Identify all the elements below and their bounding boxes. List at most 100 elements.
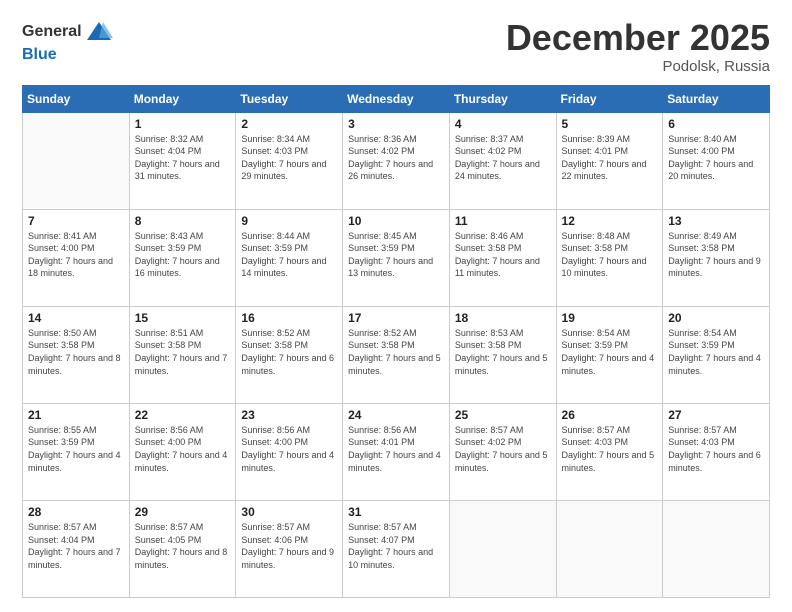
logo-blue: Blue [22,46,57,64]
page: General Blue December 2025 Podolsk, Russ… [0,0,792,612]
day-number: 12 [562,214,658,228]
day-number: 28 [28,505,124,519]
cell-sun-info: Sunrise: 8:36 AM Sunset: 4:02 PM Dayligh… [348,133,444,183]
cell-sun-info: Sunrise: 8:40 AM Sunset: 4:00 PM Dayligh… [668,133,764,183]
calendar-week-row: 21Sunrise: 8:55 AM Sunset: 3:59 PM Dayli… [23,403,770,500]
cell-sun-info: Sunrise: 8:57 AM Sunset: 4:04 PM Dayligh… [28,521,124,571]
table-row: 25 Sunrise: 8:57 AM Sunset: 4:02 PM Dayli… [449,403,556,500]
calendar-week-row: 14 Sunrise: 8:50 AM Sunset: 3:58 PM Dayli… [23,306,770,403]
day-number: 24 [348,408,444,422]
month-title: December 2025 [506,18,770,58]
table-row: 9 Sunrise: 8:44 AM Sunset: 3:59 PM Daylig… [236,209,343,306]
table-row: 20Sunrise: 8:54 AM Sunset: 3:59 PM Dayli… [663,306,770,403]
header-tuesday: Tuesday [236,85,343,112]
table-row: 11 Sunrise: 8:46 AM Sunset: 3:58 PM Dayli… [449,209,556,306]
table-row: 7 Sunrise: 8:41 AM Sunset: 4:00 PM Daylig… [23,209,130,306]
day-number: 29 [135,505,231,519]
table-row [449,500,556,597]
logo-general: General [22,23,82,41]
cell-sun-info: Sunrise: 8:44 AM Sunset: 3:59 PM Dayligh… [241,230,337,280]
cell-sun-info: Sunrise: 8:57 AM Sunset: 4:05 PM Dayligh… [135,521,231,571]
table-row: 1Sunrise: 8:32 AM Sunset: 4:04 PM Daylig… [129,112,236,209]
cell-sun-info: Sunrise: 8:39 AM Sunset: 4:01 PM Dayligh… [562,133,658,183]
cell-sun-info: Sunrise: 8:57 AM Sunset: 4:06 PM Dayligh… [241,521,337,571]
location: Podolsk, Russia [506,58,770,75]
day-number: 8 [135,214,231,228]
calendar-header-row: Sunday Monday Tuesday Wednesday Thursday… [23,85,770,112]
day-number: 11 [455,214,551,228]
table-row: 17 Sunrise: 8:52 AM Sunset: 3:58 PM Dayli… [343,306,450,403]
cell-sun-info: Sunrise: 8:54 AM Sunset: 3:59 PM Dayligh… [562,327,658,377]
table-row: 10Sunrise: 8:45 AM Sunset: 3:59 PM Dayli… [343,209,450,306]
table-row: 5 Sunrise: 8:39 AM Sunset: 4:01 PM Daylig… [556,112,663,209]
day-number: 19 [562,311,658,325]
day-number: 6 [668,117,764,131]
table-row: 30 Sunrise: 8:57 AM Sunset: 4:06 PM Dayli… [236,500,343,597]
calendar-table: Sunday Monday Tuesday Wednesday Thursday… [22,85,770,598]
cell-sun-info: Sunrise: 8:37 AM Sunset: 4:02 PM Dayligh… [455,133,551,183]
day-number: 25 [455,408,551,422]
cell-sun-info: Sunrise: 8:46 AM Sunset: 3:58 PM Dayligh… [455,230,551,280]
header-wednesday: Wednesday [343,85,450,112]
table-row [23,112,130,209]
day-number: 20 [668,311,764,325]
top-section: General Blue December 2025 Podolsk, Russ… [22,18,770,75]
cell-sun-info: Sunrise: 8:45 AM Sunset: 3:59 PM Dayligh… [348,230,444,280]
table-row: 8 Sunrise: 8:43 AM Sunset: 3:59 PM Daylig… [129,209,236,306]
table-row: 22Sunrise: 8:56 AM Sunset: 4:00 PM Dayli… [129,403,236,500]
day-number: 31 [348,505,444,519]
day-number: 21 [28,408,124,422]
table-row: 26 Sunrise: 8:57 AM Sunset: 4:03 PM Dayli… [556,403,663,500]
table-row: 21Sunrise: 8:55 AM Sunset: 3:59 PM Dayli… [23,403,130,500]
cell-sun-info: Sunrise: 8:57 AM Sunset: 4:03 PM Dayligh… [668,424,764,474]
table-row [663,500,770,597]
day-number: 14 [28,311,124,325]
table-row: 28 Sunrise: 8:57 AM Sunset: 4:04 PM Dayli… [23,500,130,597]
table-row: 3 Sunrise: 8:36 AM Sunset: 4:02 PM Daylig… [343,112,450,209]
table-row: 12 Sunrise: 8:48 AM Sunset: 3:58 PM Dayli… [556,209,663,306]
day-number: 18 [455,311,551,325]
day-number: 15 [135,311,231,325]
day-number: 7 [28,214,124,228]
cell-sun-info: Sunrise: 8:57 AM Sunset: 4:07 PM Dayligh… [348,521,444,571]
cell-sun-info: Sunrise: 8:52 AM Sunset: 3:58 PM Dayligh… [348,327,444,377]
day-number: 17 [348,311,444,325]
header-saturday: Saturday [663,85,770,112]
cell-sun-info: Sunrise: 8:34 AM Sunset: 4:03 PM Dayligh… [241,133,337,183]
day-number: 13 [668,214,764,228]
day-number: 22 [135,408,231,422]
calendar-week-row: 7 Sunrise: 8:41 AM Sunset: 4:00 PM Daylig… [23,209,770,306]
day-number: 27 [668,408,764,422]
table-row: 24Sunrise: 8:56 AM Sunset: 4:01 PM Dayli… [343,403,450,500]
table-row: 19 Sunrise: 8:54 AM Sunset: 3:59 PM Dayli… [556,306,663,403]
cell-sun-info: Sunrise: 8:43 AM Sunset: 3:59 PM Dayligh… [135,230,231,280]
cell-sun-info: Sunrise: 8:52 AM Sunset: 3:58 PM Dayligh… [241,327,337,377]
cell-sun-info: Sunrise: 8:51 AM Sunset: 3:58 PM Dayligh… [135,327,231,377]
calendar-week-row: 1Sunrise: 8:32 AM Sunset: 4:04 PM Daylig… [23,112,770,209]
day-number: 9 [241,214,337,228]
day-number: 26 [562,408,658,422]
day-number: 4 [455,117,551,131]
cell-sun-info: Sunrise: 8:57 AM Sunset: 4:02 PM Dayligh… [455,424,551,474]
table-row: 4 Sunrise: 8:37 AM Sunset: 4:02 PM Daylig… [449,112,556,209]
cell-sun-info: Sunrise: 8:48 AM Sunset: 3:58 PM Dayligh… [562,230,658,280]
cell-sun-info: Sunrise: 8:50 AM Sunset: 3:58 PM Dayligh… [28,327,124,377]
table-row: 31 Sunrise: 8:57 AM Sunset: 4:07 PM Dayli… [343,500,450,597]
table-row: 27 Sunrise: 8:57 AM Sunset: 4:03 PM Dayli… [663,403,770,500]
table-row: 18 Sunrise: 8:53 AM Sunset: 3:58 PM Dayli… [449,306,556,403]
header-monday: Monday [129,85,236,112]
cell-sun-info: Sunrise: 8:57 AM Sunset: 4:03 PM Dayligh… [562,424,658,474]
cell-sun-info: Sunrise: 8:53 AM Sunset: 3:58 PM Dayligh… [455,327,551,377]
table-row: 16Sunrise: 8:52 AM Sunset: 3:58 PM Dayli… [236,306,343,403]
logo-group: General Blue [22,18,113,64]
day-number: 5 [562,117,658,131]
cell-sun-info: Sunrise: 8:41 AM Sunset: 4:00 PM Dayligh… [28,230,124,280]
day-number: 30 [241,505,337,519]
day-number: 1 [135,117,231,131]
table-row: 13Sunrise: 8:49 AM Sunset: 3:58 PM Dayli… [663,209,770,306]
title-section: December 2025 Podolsk, Russia [506,18,770,75]
table-row [556,500,663,597]
day-number: 3 [348,117,444,131]
cell-sun-info: Sunrise: 8:56 AM Sunset: 4:00 PM Dayligh… [241,424,337,474]
header-thursday: Thursday [449,85,556,112]
